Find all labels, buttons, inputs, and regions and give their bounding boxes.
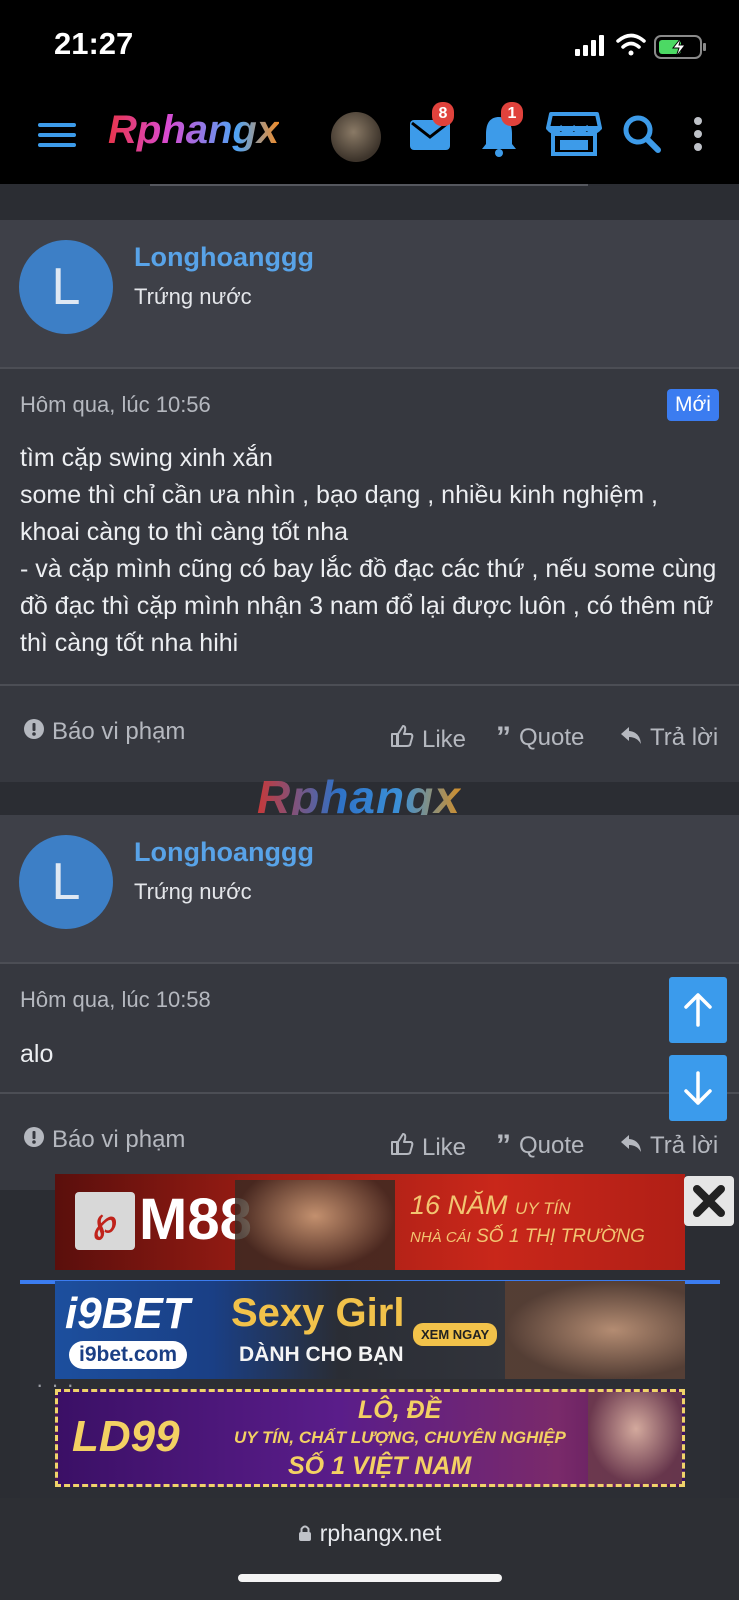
browser-bottom-bar: rphangx.net — [0, 1498, 739, 1600]
alerts-count-badge: 1 — [501, 102, 523, 126]
report-button[interactable]: Báo vi phạm — [24, 718, 185, 746]
reply-button[interactable]: Trả lời — [620, 1132, 718, 1160]
arrow-up-icon — [684, 993, 712, 1027]
quote-button[interactable]: ” Quote — [496, 1129, 585, 1162]
quote-label: Quote — [519, 724, 585, 751]
close-ad-button[interactable] — [684, 1176, 734, 1226]
user-avatar-letter[interactable]: L — [19, 240, 113, 334]
hamburger-menu-icon[interactable] — [38, 120, 78, 155]
status-bar: 21:27 — [0, 0, 739, 90]
user-avatar-letter[interactable]: L — [19, 835, 113, 929]
ad-subtitle: DÀNH CHO BẠN — [239, 1343, 404, 1366]
ad-line2: UY TÍN, CHẤT LƯỢNG, CHUYÊN NGHIỆP — [234, 1428, 566, 1447]
ad-line3: SỐ 1 VIỆT NAM — [288, 1452, 472, 1480]
ad-photo — [505, 1281, 685, 1379]
url-text: rphangx.net — [319, 1520, 442, 1546]
arrow-down-icon — [684, 1071, 712, 1105]
scroll-down-button[interactable] — [669, 1055, 727, 1121]
post-1-header: L Longhoanggg Trứng nước — [0, 220, 739, 368]
exclamation-circle-icon — [24, 718, 44, 746]
quote-icon: ” — [496, 1129, 511, 1162]
quote-label: Quote — [519, 1132, 585, 1159]
exclamation-circle-icon — [24, 1126, 44, 1154]
post-2-header: L Longhoanggg Trứng nước — [0, 815, 739, 963]
signal-icon — [575, 35, 604, 56]
address-bar[interactable]: rphangx.net — [0, 1520, 739, 1548]
m88-logo-icon: ℘ — [75, 1192, 135, 1250]
messages-count-badge: 8 — [432, 102, 454, 126]
ad-banner-i9bet[interactable]: i9BET i9bet.com Sexy Girl DÀNH CHO BẠN X… — [55, 1281, 685, 1379]
top-navbar: Rphangx 8 1 — [0, 90, 739, 184]
reply-label: Trả lời — [650, 724, 719, 751]
search-icon[interactable] — [622, 114, 662, 159]
ad-domain: i9bet.com — [69, 1341, 188, 1369]
scroll-up-button[interactable] — [669, 977, 727, 1043]
alerts-button[interactable]: 1 — [479, 102, 523, 163]
ad-banner-m88[interactable]: ℘ M88 16 NĂM UY TÍN NHÀ CÁI SỐ 1 THỊ TRƯ… — [55, 1174, 685, 1270]
user-title: Trứng nước — [134, 284, 252, 309]
ad-brand: LD99 — [72, 1412, 180, 1461]
site-logo[interactable]: Rphangx — [108, 108, 279, 153]
ad-cta-button: XEM NGAY — [413, 1323, 498, 1346]
lock-icon — [298, 1521, 312, 1548]
logo-text: Rphangx — [108, 108, 280, 152]
ad-line2: NHÀ CÁI SỐ 1 THỊ TRƯỜNG — [410, 1226, 645, 1247]
post-date[interactable]: Hôm qua, lúc 10:58 — [20, 987, 211, 1013]
reply-arrow-icon — [620, 1132, 642, 1160]
post-text: alo — [20, 1040, 54, 1068]
report-label: Báo vi phạm — [52, 1126, 186, 1153]
store-icon[interactable] — [546, 110, 602, 163]
spacer — [0, 184, 739, 220]
battery-charging-icon — [654, 35, 706, 59]
reply-arrow-icon — [620, 724, 642, 752]
new-badge: Mới — [667, 389, 719, 421]
divider — [150, 184, 588, 186]
quote-button[interactable]: ” Quote — [496, 721, 585, 754]
more-menu-icon[interactable] — [692, 116, 704, 157]
user-title: Trứng nước — [134, 879, 252, 904]
like-label: Like — [422, 725, 467, 753]
post-text: tìm cặp swing xinh xắn some thì chỉ cần … — [20, 444, 717, 657]
like-label: Like — [422, 1133, 467, 1161]
ad-brand: i9BET — [65, 1289, 190, 1338]
post-date[interactable]: Hôm qua, lúc 10:56 — [20, 392, 211, 418]
ad-title: Sexy Girl — [231, 1291, 405, 1335]
reply-label: Trả lời — [650, 1132, 719, 1159]
ad-photo — [588, 1392, 682, 1484]
close-icon — [693, 1185, 725, 1217]
thumbs-up-icon — [390, 1132, 414, 1163]
reply-button[interactable]: Trả lời — [620, 724, 718, 752]
like-button[interactable]: Like — [390, 1132, 466, 1163]
username-link[interactable]: Longhoanggg — [134, 242, 314, 273]
ad-line1: 16 NĂM UY TÍN — [410, 1190, 571, 1220]
username-link[interactable]: Longhoanggg — [134, 837, 314, 868]
user-avatar[interactable] — [331, 112, 381, 162]
home-indicator — [238, 1574, 502, 1582]
messages-button[interactable]: 8 — [408, 102, 454, 159]
status-icons — [573, 30, 713, 60]
report-label: Báo vi phạm — [52, 718, 186, 745]
ad-line1: LÔ, ĐỀ — [358, 1396, 442, 1424]
quote-icon: ” — [496, 721, 511, 754]
thumbs-up-icon — [390, 724, 414, 755]
status-time: 21:27 — [54, 26, 134, 61]
ad-banner-ld99[interactable]: LD99 LÔ, ĐỀ UY TÍN, CHẤT LƯỢNG, CHUYÊN N… — [55, 1389, 685, 1487]
report-button[interactable]: Báo vi phạm — [24, 1126, 185, 1154]
like-button[interactable]: Like — [390, 724, 466, 755]
wifi-icon — [616, 33, 646, 56]
ad-photo — [235, 1180, 395, 1270]
